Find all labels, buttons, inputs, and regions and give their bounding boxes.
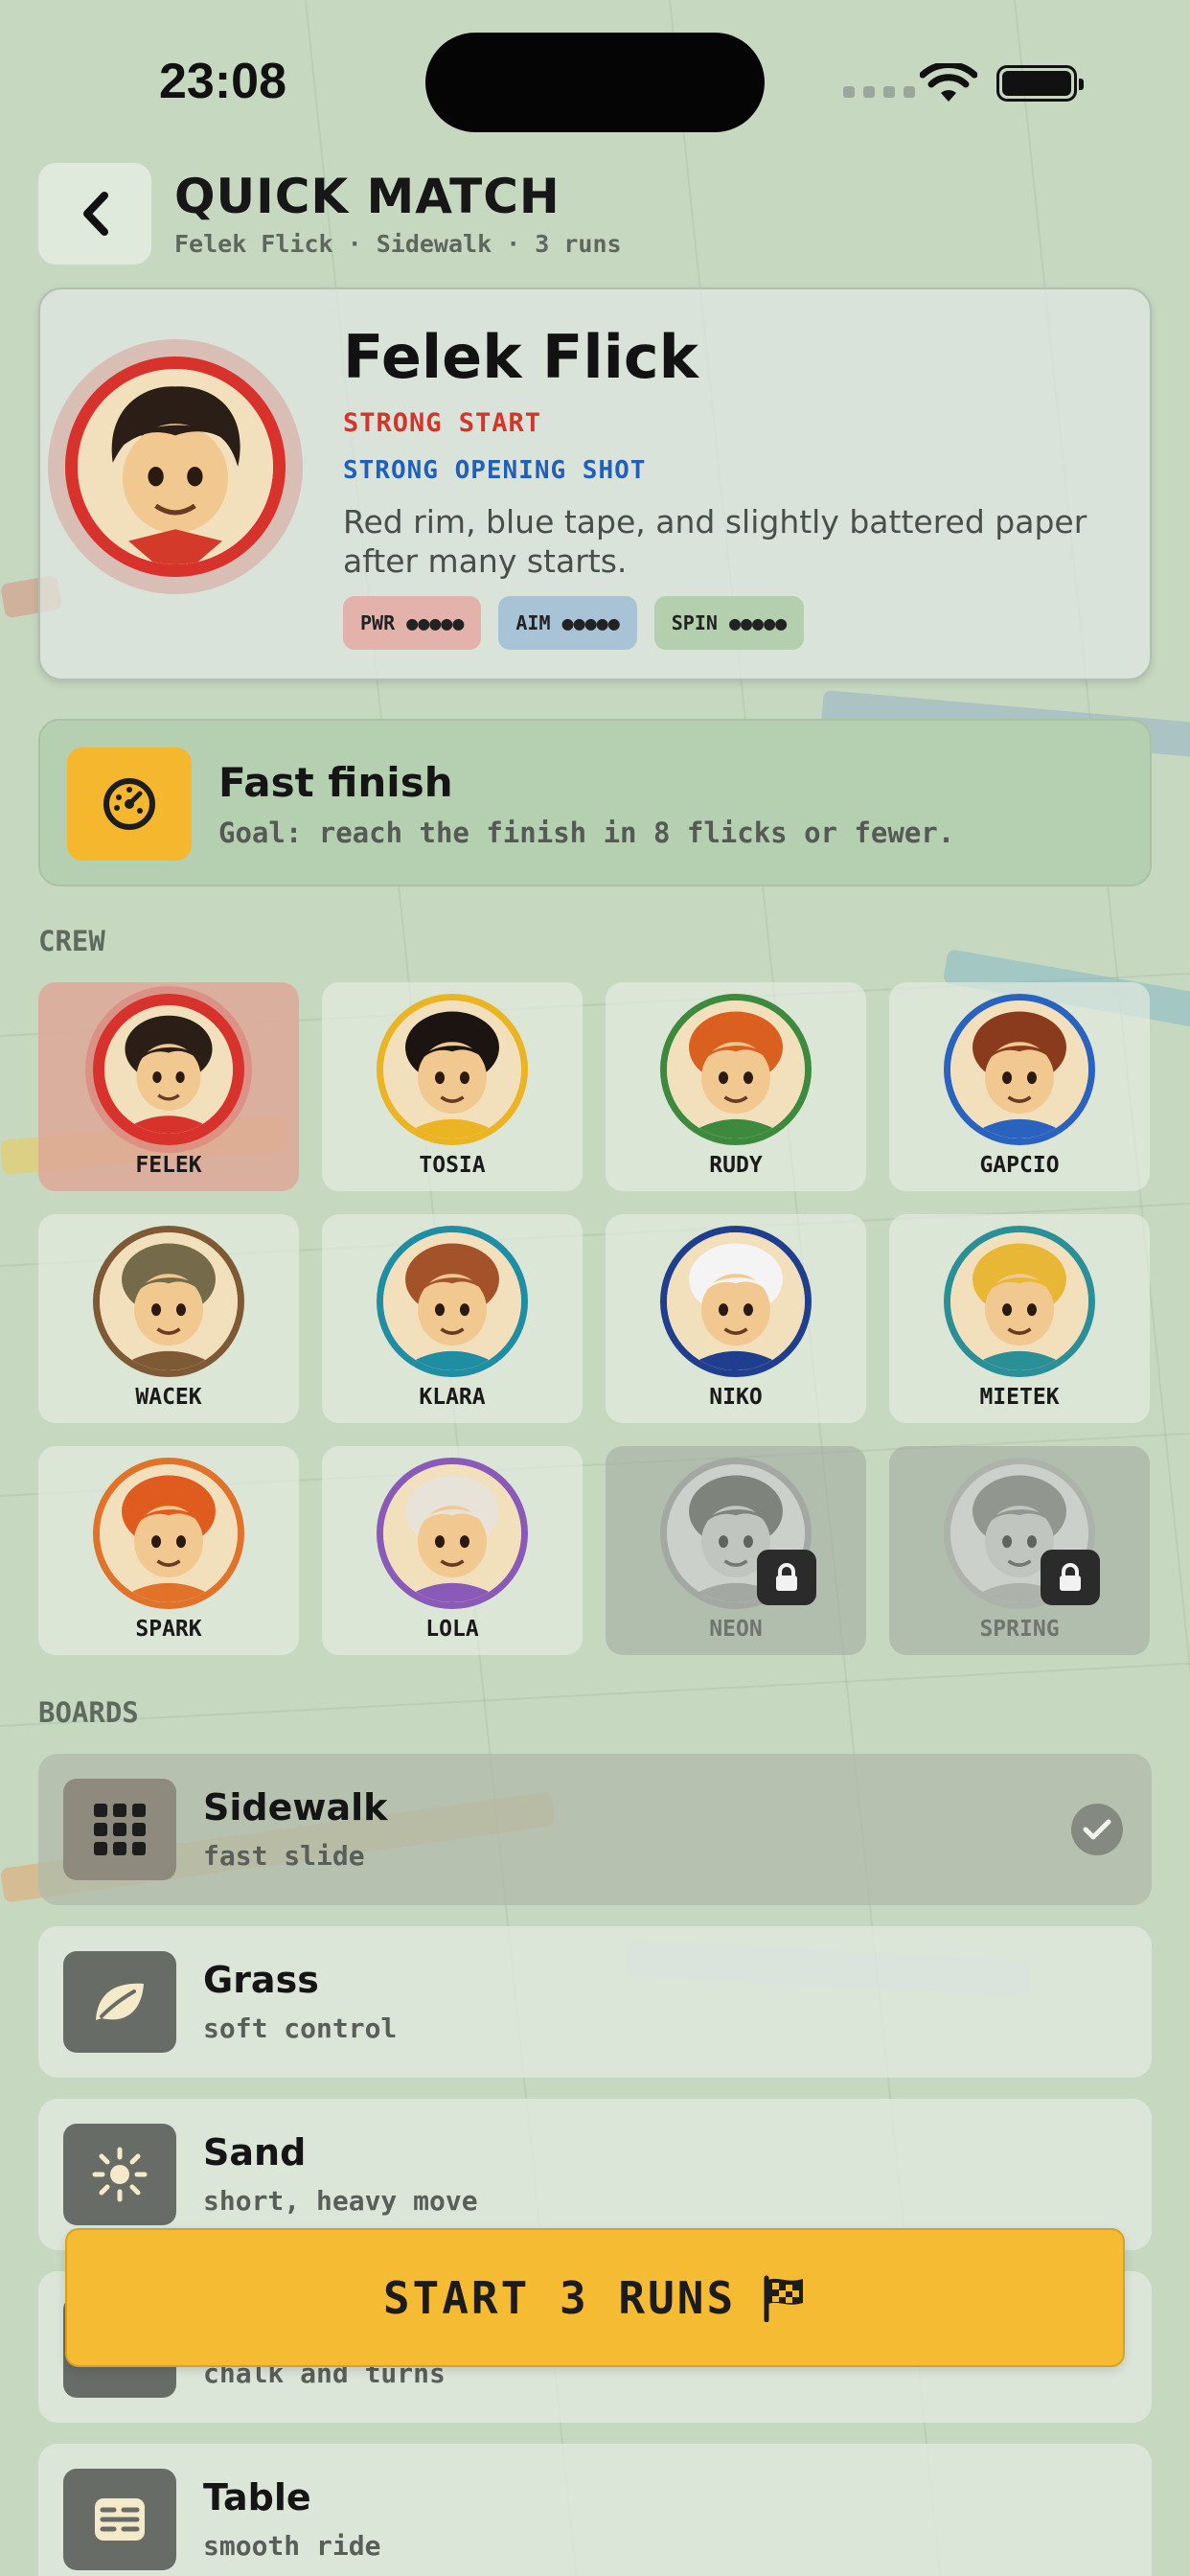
grid-icon bbox=[94, 1804, 146, 1855]
board-name: Table bbox=[203, 2476, 311, 2518]
crew-avatar bbox=[377, 1226, 528, 1377]
board-desc: short, heavy move bbox=[203, 2185, 478, 2217]
stat-spin: SPIN ●●●●● bbox=[653, 596, 805, 650]
signal-icon bbox=[843, 86, 915, 98]
crew-avatar bbox=[93, 1458, 244, 1609]
character-description: Red rim, blue tape, and slightly battere… bbox=[343, 503, 1087, 580]
character-trait: STRONG START bbox=[343, 408, 542, 438]
board-icon-box bbox=[63, 2124, 176, 2225]
crew-card-niko[interactable]: NIKO bbox=[606, 1214, 866, 1423]
status-time: 23:08 bbox=[159, 54, 286, 109]
crew-card-felek[interactable]: FELEK bbox=[38, 982, 299, 1191]
header: QUICK MATCH Felek Flick · Sidewalk · 3 r… bbox=[38, 163, 1152, 264]
battery-icon bbox=[996, 65, 1084, 102]
crew-card-spring[interactable]: SPRING bbox=[889, 1446, 1150, 1655]
felek-portrait-icon bbox=[78, 369, 273, 564]
checkered-flag-icon bbox=[764, 2275, 804, 2322]
crew-name: FELEK bbox=[135, 1153, 202, 1178]
status-bar: 23:08 bbox=[0, 0, 1190, 163]
sun-icon bbox=[92, 2147, 148, 2202]
crew-card-neon[interactable]: NEON bbox=[606, 1446, 866, 1655]
crew-card-spark[interactable]: SPARK bbox=[38, 1446, 299, 1655]
crew-card-klara[interactable]: KLARA bbox=[322, 1214, 583, 1423]
speedometer-icon bbox=[103, 778, 155, 830]
table-icon bbox=[95, 2498, 145, 2541]
board-icon-box bbox=[63, 1779, 176, 1880]
character-name: Felek Flick bbox=[343, 322, 698, 392]
board-desc: soft control bbox=[203, 2012, 398, 2044]
crew-card-tosia[interactable]: TOSIA bbox=[322, 982, 583, 1191]
start-button-label: START 3 RUNS bbox=[382, 2271, 737, 2324]
board-name: Sidewalk bbox=[203, 1786, 388, 1828]
wifi-icon bbox=[920, 63, 977, 102]
stat-power: PWR ●●●●● bbox=[343, 596, 482, 650]
crew-section-label: CREW bbox=[38, 925, 105, 957]
crew-card-rudy[interactable]: RUDY bbox=[606, 982, 866, 1191]
crew-avatar bbox=[944, 1226, 1095, 1377]
board-grass[interactable]: Grass soft control bbox=[38, 1926, 1152, 2078]
character-shot: STRONG OPENING SHOT bbox=[343, 456, 647, 485]
goal-card: Fast finish Goal: reach the finish in 8 … bbox=[38, 719, 1152, 886]
board-list: Sidewalk fast slide Grass soft control S… bbox=[38, 1754, 1152, 2576]
crew-name: GAPCIO bbox=[979, 1153, 1060, 1178]
crew-card-gapcio[interactable]: GAPCIO bbox=[889, 982, 1150, 1191]
goal-icon-box bbox=[67, 748, 192, 861]
crew-avatar bbox=[944, 994, 1095, 1145]
crew-name: NIKO bbox=[709, 1385, 763, 1410]
goal-title: Fast finish bbox=[218, 759, 453, 806]
back-button[interactable] bbox=[38, 163, 151, 264]
crew-name: NEON bbox=[709, 1617, 763, 1642]
crew-card-wacek[interactable]: WACEK bbox=[38, 1214, 299, 1423]
crew-card-mietek[interactable]: MIETEK bbox=[889, 1214, 1150, 1423]
crew-name: WACEK bbox=[135, 1385, 202, 1410]
crew-avatar bbox=[660, 994, 812, 1145]
board-icon-box bbox=[63, 1951, 176, 2053]
boards-section-label: BOARDS bbox=[38, 1696, 139, 1729]
lock-icon bbox=[1041, 1550, 1100, 1605]
crew-grid: FELEK TOSIA RUDY GAPCIO WACEK KLARA NIKO MIETEK… bbox=[38, 982, 1152, 1655]
dynamic-island bbox=[425, 33, 765, 132]
page-title: QUICK MATCH bbox=[174, 169, 561, 224]
board-name: Grass bbox=[203, 1959, 319, 2001]
crew-card-lola[interactable]: LOLA bbox=[322, 1446, 583, 1655]
lock-icon bbox=[757, 1550, 816, 1605]
crew-avatar bbox=[377, 1458, 528, 1609]
crew-name: LOLA bbox=[425, 1617, 479, 1642]
crew-avatar bbox=[660, 1226, 812, 1377]
hero-avatar bbox=[48, 339, 303, 594]
goal-text: Goal: reach the finish in 8 flicks or fe… bbox=[218, 816, 955, 849]
crew-name: KLARA bbox=[419, 1385, 486, 1410]
page-subtitle: Felek Flick · Sidewalk · 3 runs bbox=[174, 230, 622, 258]
selected-character-card: Felek Flick STRONG START STRONG OPENING … bbox=[38, 288, 1152, 680]
crew-avatar bbox=[93, 994, 244, 1145]
stat-aim: AIM ●●●●● bbox=[498, 596, 637, 650]
crew-avatar bbox=[377, 994, 528, 1145]
crew-avatar bbox=[93, 1226, 244, 1377]
board-sidewalk[interactable]: Sidewalk fast slide bbox=[38, 1754, 1152, 1905]
crew-name: SPRING bbox=[979, 1617, 1060, 1642]
stat-badges: PWR ●●●●● AIM ●●●●● SPIN ●●●●● bbox=[343, 596, 805, 650]
board-desc: smooth ride bbox=[203, 2530, 381, 2562]
chevron-left-icon bbox=[83, 192, 108, 236]
leaf-icon bbox=[96, 1983, 144, 2020]
board-desc: fast slide bbox=[203, 1840, 365, 1872]
board-icon-box bbox=[63, 2469, 176, 2570]
check-icon bbox=[1071, 1804, 1123, 1855]
crew-name: SPARK bbox=[135, 1617, 202, 1642]
board-table[interactable]: Table smooth ride bbox=[38, 2444, 1152, 2576]
board-name: Sand bbox=[203, 2131, 307, 2174]
crew-name: RUDY bbox=[709, 1153, 763, 1178]
start-runs-button[interactable]: START 3 RUNS bbox=[65, 2228, 1125, 2367]
crew-name: TOSIA bbox=[419, 1153, 486, 1178]
crew-name: MIETEK bbox=[979, 1385, 1060, 1410]
